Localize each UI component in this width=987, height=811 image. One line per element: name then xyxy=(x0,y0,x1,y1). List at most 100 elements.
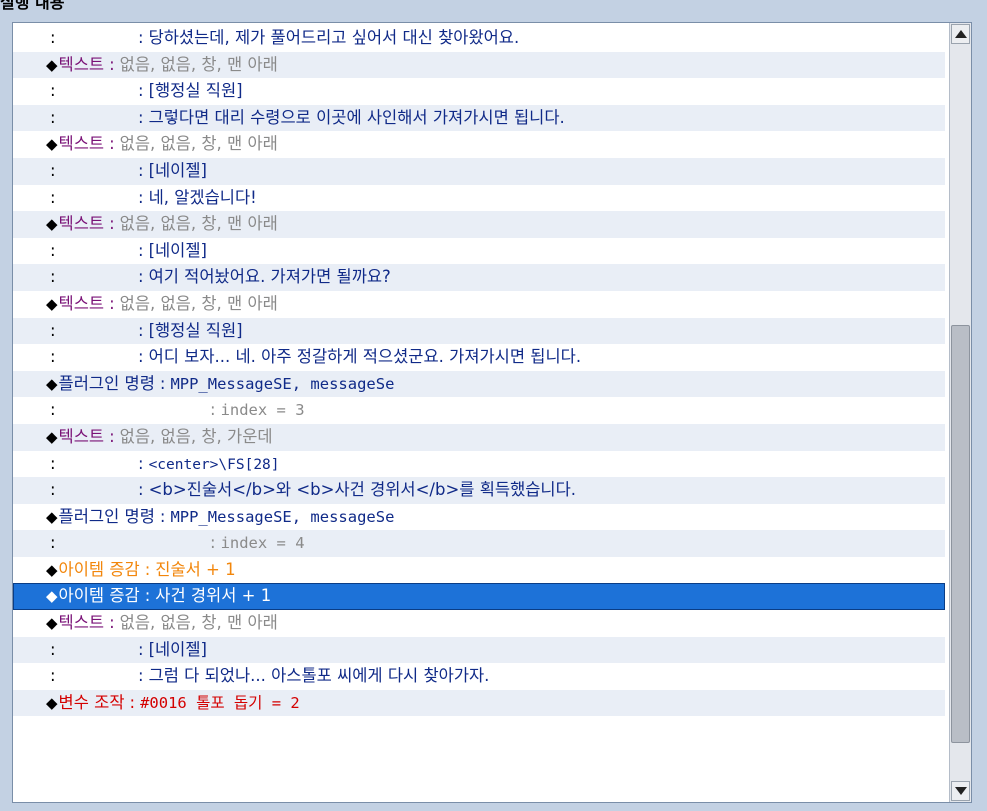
command-name: 플러그인 명령 xyxy=(58,506,155,526)
command-text: 그렇다면 대리 수령으로 이곳에 사인해서 가져가시면 됩니다. xyxy=(148,107,565,127)
diamond-icon: ◆ xyxy=(46,614,58,633)
command-text: [네이젤] xyxy=(148,160,207,180)
command-row[interactable]: :: [행정실 직원] xyxy=(13,78,945,105)
command-name: 텍스트 xyxy=(58,134,105,154)
separator: : xyxy=(138,453,144,473)
command-row[interactable]: ◆플러그인 명령: MPP_MessageSE, messageSe xyxy=(13,503,945,531)
command-name: 텍스트 xyxy=(58,293,105,313)
continuation-marker: : xyxy=(50,81,56,101)
command-params: 없음, 없음, 창, 맨 아래 xyxy=(119,54,278,74)
command-text: [행정실 직원] xyxy=(148,320,243,340)
diamond-icon: ◆ xyxy=(46,294,58,313)
separator: : xyxy=(138,347,144,367)
command-params: MPP_MessageSE, messageSe xyxy=(170,507,395,526)
command-name: 변수 조작 xyxy=(58,692,125,712)
command-params: #0016 톨포 돕기 = 2 xyxy=(140,693,300,712)
event-command-list[interactable]: :: 당하셨는데, 제가 풀어드리고 싶어서 대신 찾아왔어요. ◆텍스트: 없음, … xyxy=(12,22,972,803)
scroll-down-button[interactable] xyxy=(951,781,970,801)
continuation-marker: : xyxy=(50,240,56,260)
continuation-marker: : xyxy=(50,666,56,686)
command-row[interactable]: :: 당하셨는데, 제가 풀어드리고 싶어서 대신 찾아왔어요. xyxy=(13,25,945,52)
separator: : xyxy=(138,81,144,101)
command-row[interactable]: ◆텍스트: 없음, 없음, 창, 맨 아래 xyxy=(13,51,945,79)
separator: : xyxy=(109,214,115,234)
separator: : xyxy=(138,666,144,686)
command-row[interactable]: :: <center>\FS[28] xyxy=(13,450,945,478)
separator: : xyxy=(159,506,166,526)
separator: : xyxy=(138,639,144,659)
command-text: 당하셨는데, 제가 풀어드리고 싶어서 대신 찾아왔어요. xyxy=(148,28,520,47)
continuation-marker: : xyxy=(50,267,56,287)
continuation-marker: : xyxy=(50,107,56,127)
panel-title: 실행 내용 xyxy=(0,0,65,12)
continuation-marker: : xyxy=(50,347,56,367)
diamond-icon: ◆ xyxy=(46,587,58,606)
command-name: 텍스트 xyxy=(58,426,105,446)
continuation-marker: : xyxy=(50,28,56,47)
command-name: 텍스트 xyxy=(58,214,105,234)
command-text: 네, 알겠습니다! xyxy=(148,187,257,207)
command-row-selected[interactable]: ◆아이템 증감: 사건 경위서 + 1 xyxy=(13,583,945,611)
command-row[interactable]: ◆텍스트: 없음, 없음, 창, 맨 아래 xyxy=(13,131,945,158)
command-row[interactable]: :: 그럼 다 되었나... 아스톨포 씨에게 다시 찾아가자. xyxy=(13,663,945,690)
command-row[interactable]: :: [네이젤] xyxy=(13,237,945,265)
separator: : xyxy=(138,160,144,180)
diamond-icon: ◆ xyxy=(46,215,58,234)
command-text: <center>\FS[28] xyxy=(148,456,280,473)
continuation-marker: : xyxy=(50,533,56,553)
command-row[interactable]: ◆텍스트: 없음, 없음, 창, 맨 아래 xyxy=(13,290,945,318)
diamond-icon: ◆ xyxy=(46,507,58,526)
separator: : xyxy=(138,107,144,127)
scroll-up-button[interactable] xyxy=(951,24,970,44)
command-text: [행정실 직원] xyxy=(148,81,243,101)
command-row[interactable]: :: 그렇다면 대리 수령으로 이곳에 사인해서 가져가시면 됩니다. xyxy=(13,104,945,132)
command-row[interactable]: ◆텍스트: 없음, 없음, 창, 맨 아래 xyxy=(13,610,945,637)
continuation-marker: : xyxy=(50,480,56,500)
continuation-marker: : xyxy=(50,639,56,659)
command-name: 아이템 증감 xyxy=(58,559,140,579)
command-params: 없음, 없음, 창, 맨 아래 xyxy=(119,293,278,313)
command-name: 플러그인 명령 xyxy=(58,373,155,393)
diamond-icon: ◆ xyxy=(46,560,58,579)
separator: : xyxy=(129,692,136,712)
vertical-scrollbar[interactable] xyxy=(949,23,971,802)
command-text: 어디 보자... 네. 아주 정갈하게 적으셨군요. 가져가시면 됩니다. xyxy=(148,347,582,367)
command-text: [네이젤] xyxy=(148,639,207,659)
separator: : xyxy=(109,134,115,154)
separator: : xyxy=(210,400,216,420)
command-row[interactable]: :: [네이젤] xyxy=(13,157,945,185)
command-row[interactable]: :: index = 4 xyxy=(13,530,945,557)
diamond-icon: ◆ xyxy=(46,55,58,74)
command-row[interactable]: :: 어디 보자... 네. 아주 정갈하게 적으셨군요. 가져가시면 됩니다. xyxy=(13,344,945,371)
command-params: 없음, 없음, 창, 맨 아래 xyxy=(119,134,278,154)
command-row[interactable]: ◆변수 조작: #0016 톨포 돕기 = 2 xyxy=(13,689,945,717)
separator: : xyxy=(109,426,115,446)
command-row[interactable]: :: [네이젤] xyxy=(13,636,945,664)
separator: : xyxy=(138,267,144,287)
diamond-icon: ◆ xyxy=(46,374,58,393)
command-row[interactable]: :: <b>진술서</b>와 <b>사건 경위서</b>를 획득했습니다. xyxy=(13,477,945,504)
continuation-marker: : xyxy=(50,187,56,207)
command-params: 진술서 + 1 xyxy=(155,559,236,579)
arrow-up-icon xyxy=(954,30,967,38)
command-row[interactable]: ◆아이템 증감: 진술서 + 1 xyxy=(13,556,945,584)
command-row[interactable]: :: 여기 적어놨어요. 가져가면 될까요? xyxy=(13,264,945,291)
command-row[interactable]: ◆텍스트: 없음, 없음, 창, 맨 아래 xyxy=(13,211,945,238)
continuation-marker: : xyxy=(50,453,56,473)
command-row[interactable]: ◆텍스트: 없음, 없음, 창, 가운데 xyxy=(13,423,945,451)
command-text: index = 4 xyxy=(220,534,305,553)
command-row[interactable]: :: 네, 알겠습니다! xyxy=(13,184,945,212)
command-text: <b>진술서</b>와 <b>사건 경위서</b>를 획득했습니다. xyxy=(148,480,577,500)
command-params: MPP_MessageSE, messageSe xyxy=(170,374,395,393)
scrollbar-thumb[interactable] xyxy=(951,325,970,743)
command-row[interactable]: :: index = 3 xyxy=(13,397,945,424)
command-row[interactable]: :: [행정실 직원] xyxy=(13,317,945,345)
command-row[interactable]: ◆플러그인 명령: MPP_MessageSE, messageSe xyxy=(13,370,945,398)
separator: : xyxy=(144,559,151,579)
command-text: 그럼 다 되었나... 아스톨포 씨에게 다시 찾아가자. xyxy=(148,666,490,686)
continuation-marker: : xyxy=(50,320,56,340)
command-text: [네이젤] xyxy=(148,240,207,260)
command-rows: :: 당하셨는데, 제가 풀어드리고 싶어서 대신 찾아왔어요. ◆텍스트: 없음, … xyxy=(13,25,945,717)
separator: : xyxy=(210,533,216,553)
command-params: 없음, 없음, 창, 가운데 xyxy=(119,426,273,446)
